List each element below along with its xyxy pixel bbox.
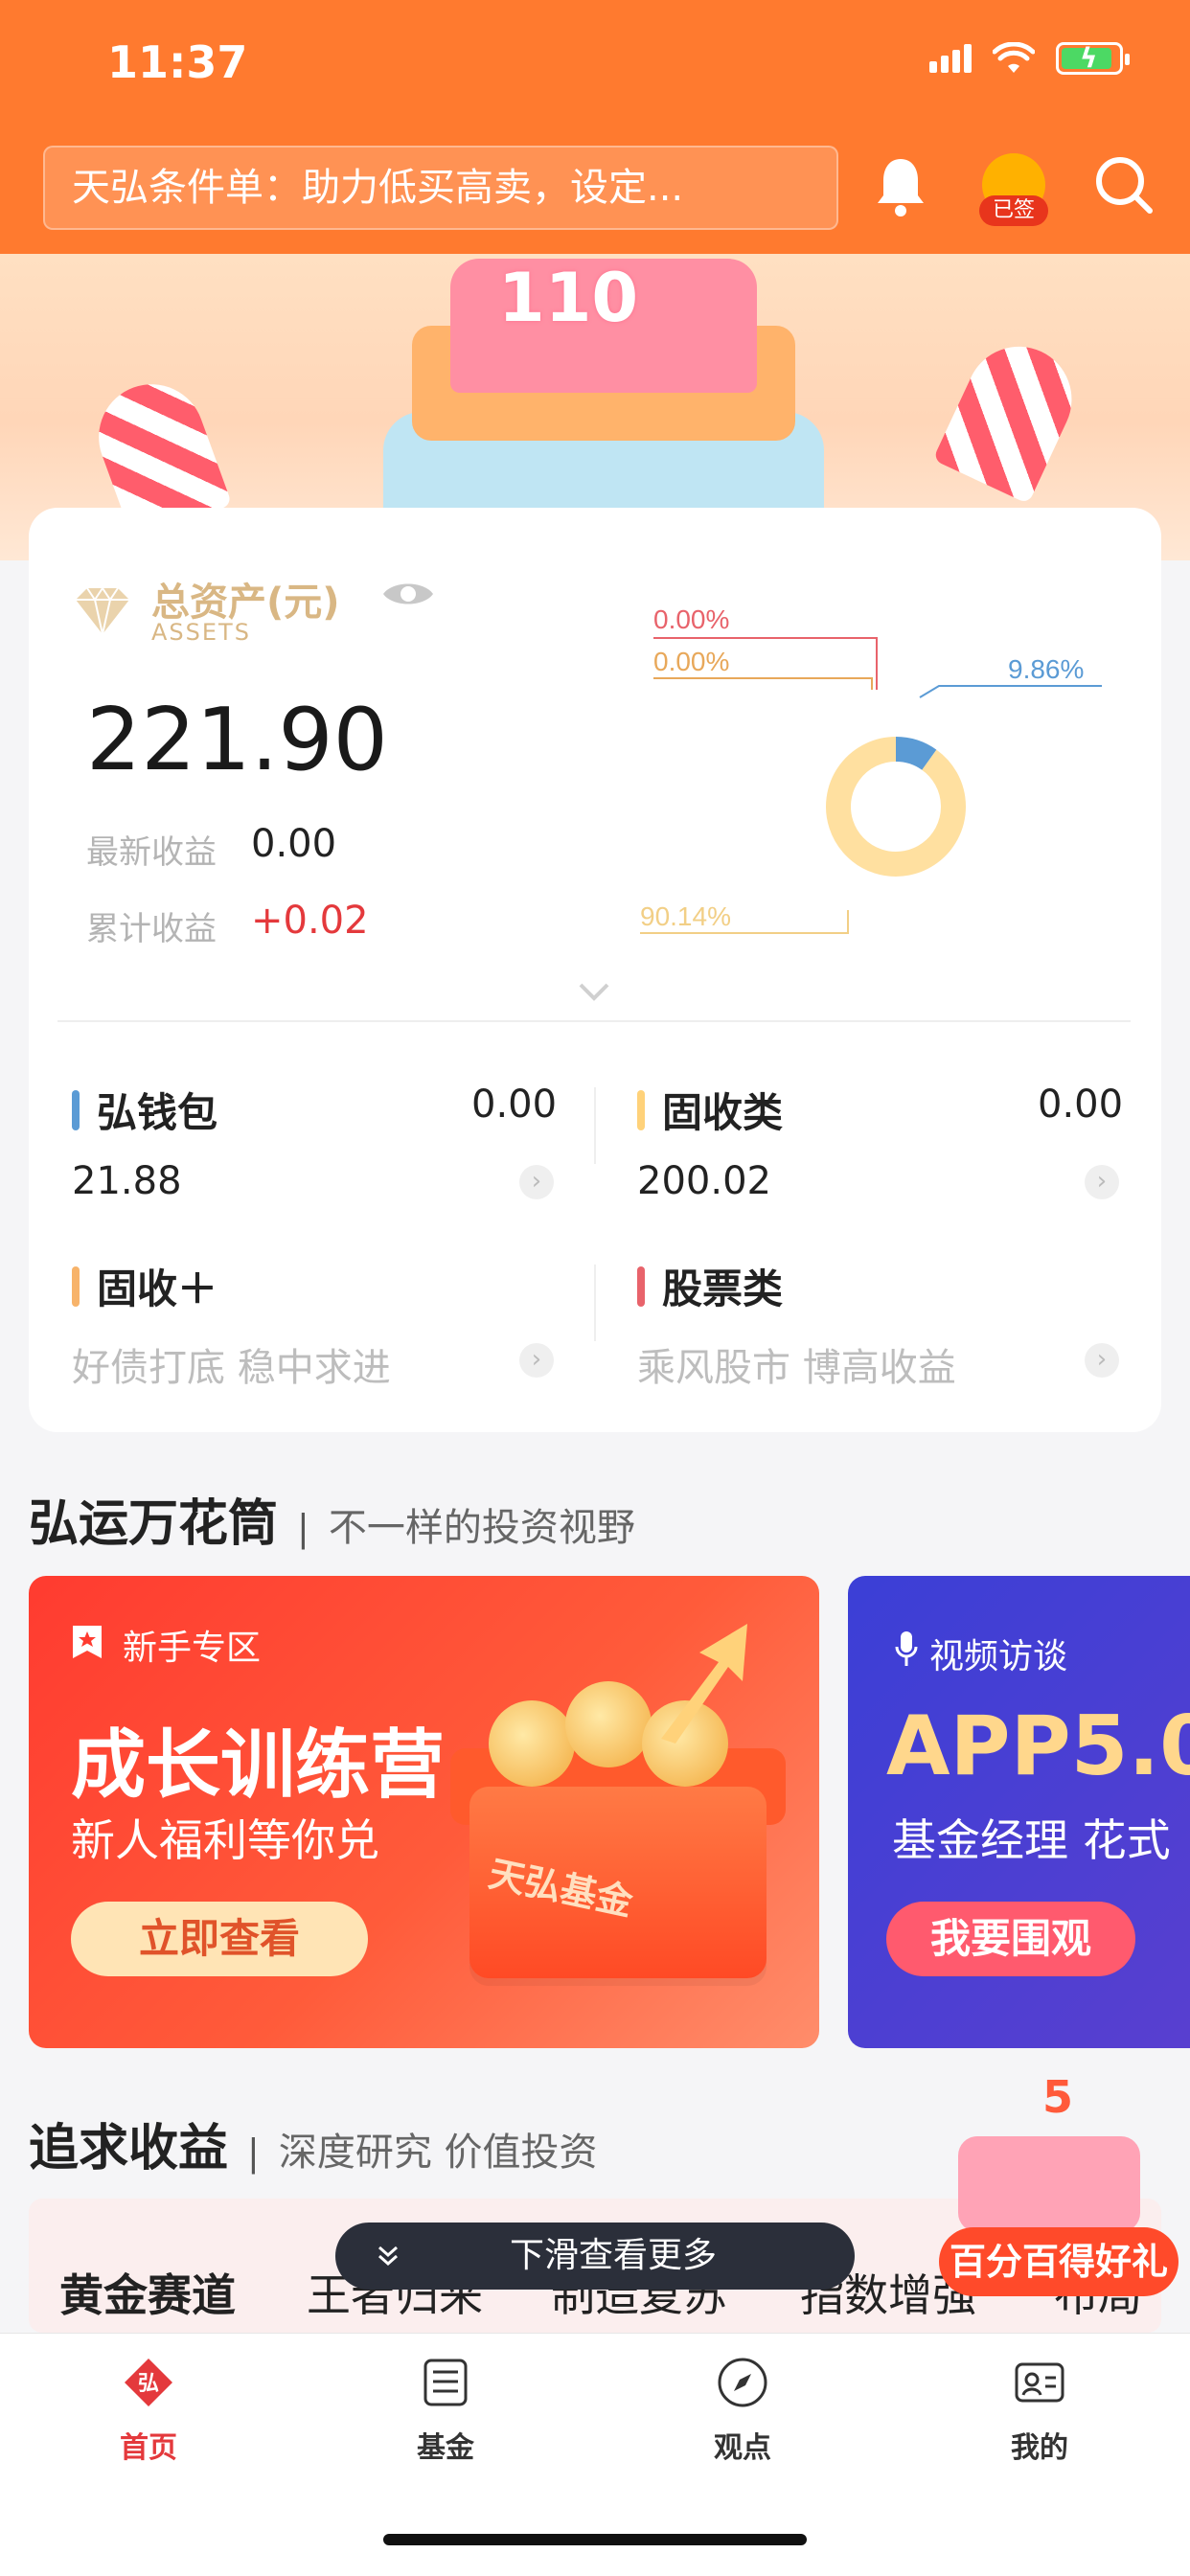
nav-label: 首页	[120, 2431, 177, 2465]
search-input[interactable]: 天弘条件单：助力低买高卖，设定...	[43, 146, 838, 230]
cum-income-value: +0.02	[251, 899, 369, 943]
promo-headline: APP5.0	[886, 1698, 1190, 1794]
donut-label-wallet: 9.86%	[1008, 654, 1084, 684]
bell-icon[interactable]	[872, 153, 929, 220]
microphone-icon	[895, 1631, 918, 1666]
status-time: 11:37	[107, 36, 248, 88]
nav-label: 基金	[417, 2431, 474, 2465]
category-wallet[interactable]: 弘钱包	[72, 1081, 217, 1139]
category-marker	[72, 1265, 80, 1307]
gift-number: 5	[1042, 2071, 1074, 2123]
category-marker	[637, 1089, 645, 1130]
donut-label-stock: 0.00%	[653, 604, 729, 634]
coin-icon	[565, 1681, 652, 1767]
toast-text: 下滑查看更多	[510, 2236, 718, 2275]
asset-donut-chart: 0.00% 0.00% 9.86% 90.14%	[640, 604, 1102, 934]
category-value: 0.00	[1038, 1083, 1124, 1127]
chevron-down-icon[interactable]	[575, 977, 613, 1006]
donut-slice	[895, 737, 937, 771]
home-indicator	[383, 2534, 807, 2545]
view-now-button[interactable]: 立即查看	[71, 1902, 368, 1976]
card-divider	[57, 1020, 1131, 1022]
category-value: 0.00	[471, 1083, 558, 1127]
section-subtitle: 不一样的投资视野	[328, 1506, 635, 1550]
category-marker	[637, 1265, 645, 1307]
scroll-more-toast[interactable]: 下滑查看更多	[335, 2223, 855, 2290]
promo-card-video[interactable]: 视频访谈 APP5.0 基金经理 花式 我要围观	[848, 1576, 1190, 2048]
section-subtitle: 深度研究 价值投资	[278, 2131, 598, 2175]
promo-card-newbie[interactable]: 新手专区 成长训练营 新人福利等你兑 立即查看 天弘基金	[29, 1576, 819, 2048]
category-marker	[72, 1089, 80, 1130]
section-separator: |	[247, 2131, 260, 2174]
latest-income-value: 0.00	[251, 822, 337, 866]
signal-icon	[929, 44, 972, 73]
category-sub: 21.88	[72, 1159, 182, 1203]
banner-title: 110	[498, 259, 639, 337]
category-sub: 乘风股市 博高收益	[637, 1346, 956, 1390]
up-arrow-icon	[661, 1624, 747, 1744]
assets-subtitle: ASSETS	[151, 619, 251, 646]
promo-tag: 视频访谈	[929, 1637, 1068, 1676]
sign-badge: 已签	[979, 195, 1048, 226]
svg-text:弘: 弘	[138, 2371, 159, 2395]
nav-home[interactable]: 弘 首页	[53, 2357, 244, 2466]
profile-card-icon	[1015, 2362, 1064, 2403]
category-sub: 好债打底 稳中求进	[72, 1346, 391, 1390]
chevron-right-icon[interactable]: ›	[519, 1343, 554, 1378]
nav-fund[interactable]: 基金	[350, 2357, 541, 2466]
category-fixed-income[interactable]: 固收类	[637, 1081, 783, 1139]
fund-list-icon	[423, 2359, 468, 2406]
compass-icon	[718, 2358, 767, 2407]
chevron-right-icon[interactable]: ›	[519, 1165, 554, 1199]
cum-income-label: 累计收益	[86, 910, 217, 948]
category-name: 固收类	[662, 1089, 784, 1136]
promo-subline: 新人福利等你兑	[71, 1814, 379, 1866]
floating-gift-icon[interactable]	[958, 2136, 1140, 2232]
section-title: 追求收益	[29, 2120, 229, 2177]
category-name: 固收＋	[97, 1265, 218, 1312]
chevron-right-icon[interactable]: ›	[1085, 1165, 1119, 1199]
nav-label: 观点	[714, 2431, 771, 2465]
donut-slice	[826, 737, 966, 877]
status-icons: ϟ	[929, 42, 1130, 75]
category-sub: 200.02	[637, 1159, 771, 1203]
tab-gold-track[interactable]: 黄金赛道	[59, 2261, 236, 2324]
donut-label-fixed-plus: 0.00%	[653, 647, 729, 676]
search-icon[interactable]	[1092, 153, 1156, 217]
category-stock[interactable]: 股票类	[637, 1257, 783, 1315]
section-header-kaleidoscope: 弘运万花筒 | 不一样的投资视野	[29, 1483, 635, 1555]
nav-views[interactable]: 观点	[647, 2357, 838, 2466]
chevron-right-icon[interactable]: ›	[1085, 1343, 1119, 1378]
donut-label-fixed: 90.14%	[640, 901, 731, 931]
nav-mine[interactable]: 我的	[944, 2357, 1135, 2466]
vertical-divider	[594, 1265, 596, 1341]
coin-icon	[489, 1700, 575, 1787]
latest-income-label: 最新收益	[86, 833, 217, 872]
double-chevron-down-icon	[378, 2245, 398, 2267]
category-name: 弘钱包	[97, 1089, 218, 1136]
section-header-returns: 追求收益 | 深度研究 价值投资	[29, 2108, 598, 2179]
section-separator: |	[297, 1507, 309, 1549]
promo-headline: 成长训练营	[71, 1722, 446, 1809]
home-icon: 弘	[125, 2359, 172, 2406]
star-badge-icon	[73, 1626, 102, 1658]
battery-icon: ϟ	[1056, 42, 1130, 75]
nav-label: 我的	[1011, 2431, 1068, 2465]
vertical-divider	[594, 1087, 596, 1164]
diamond-icon	[76, 586, 129, 635]
category-fixed-plus[interactable]: 固收＋	[72, 1257, 217, 1315]
total-assets: 221.90	[86, 690, 388, 790]
watch-button[interactable]: 我要围观	[886, 1902, 1135, 1976]
section-title: 弘运万花筒	[29, 1495, 279, 1553]
category-name: 股票类	[662, 1265, 784, 1312]
wifi-icon	[993, 42, 1035, 73]
gift-label[interactable]: 百分百得好礼	[939, 2227, 1179, 2296]
eye-icon[interactable]	[381, 575, 435, 613]
promo-tag: 新手专区	[123, 1629, 262, 1668]
promo-subline: 基金经理 花式	[892, 1814, 1171, 1866]
